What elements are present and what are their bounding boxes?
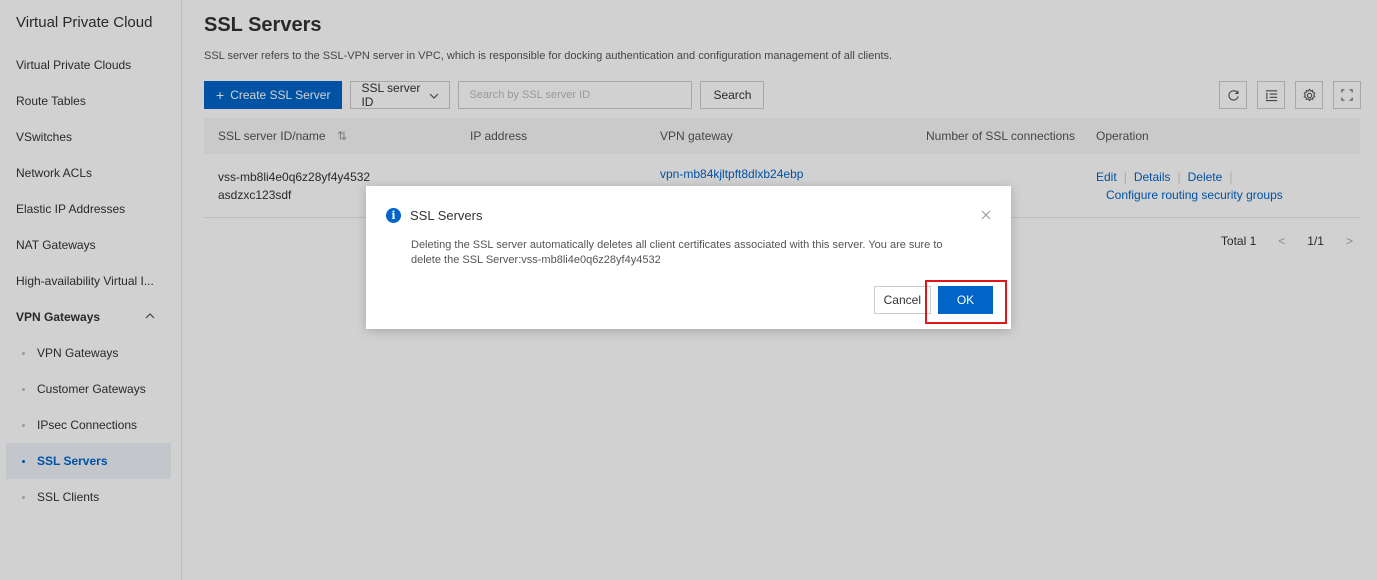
dialog-message: Deleting the SSL server automatically de… (411, 239, 943, 266)
dialog-title: SSL Servers (410, 207, 483, 223)
delete-confirm-dialog: i SSL Servers Deleting the SSL server au… (366, 186, 1011, 329)
close-icon[interactable] (981, 207, 991, 223)
dialog-header: i SSL Servers (386, 206, 991, 224)
cancel-button[interactable]: Cancel (873, 286, 931, 314)
info-icon: i (386, 207, 401, 223)
highlight-box (925, 280, 1007, 324)
